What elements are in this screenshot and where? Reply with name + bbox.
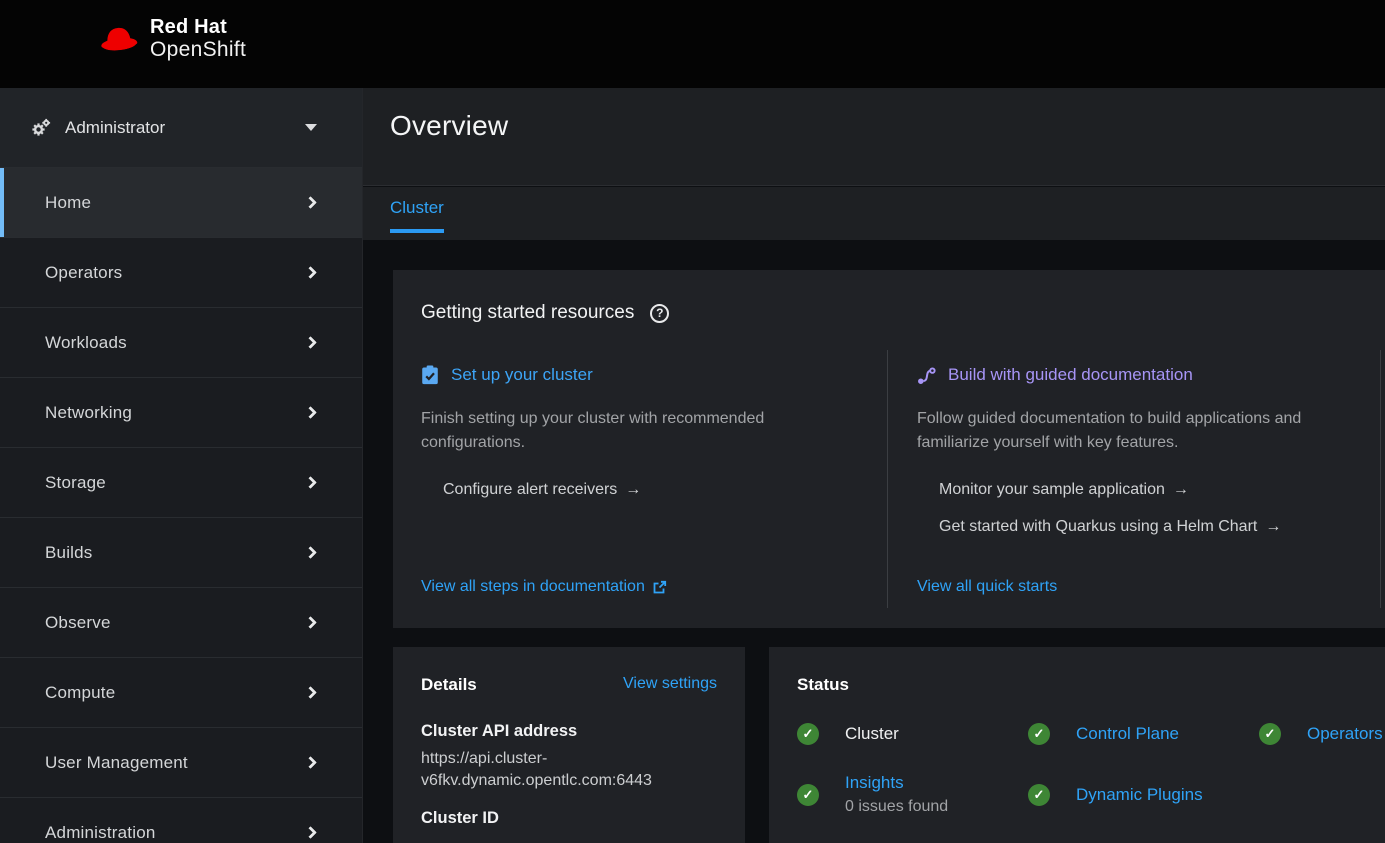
sidebar: Administrator Home Operators Workloads N… xyxy=(0,88,363,843)
sidebar-item-compute[interactable]: Compute xyxy=(0,657,362,727)
redhat-hat-icon xyxy=(98,18,140,60)
sidebar-item-networking[interactable]: Networking xyxy=(0,377,362,447)
view-settings-link[interactable]: View settings xyxy=(623,675,717,693)
details-title: Details xyxy=(421,675,477,695)
arrow-right-icon: → xyxy=(1265,518,1281,535)
getting-started-column-setup: Set up your cluster Finish setting up yo… xyxy=(421,350,887,608)
status-item-dynamic-plugins: ✓ Dynamic Plugins xyxy=(1028,773,1259,816)
chevron-right-icon xyxy=(304,546,317,559)
insights-issues-count: 0 issues found xyxy=(845,798,948,816)
guided-docs-description: Follow guided documentation to build app… xyxy=(917,407,1340,455)
nav-toggle-button[interactable] xyxy=(28,28,62,58)
masthead: Red Hat OpenShift xyxy=(0,0,1385,88)
sidebar-item-observe[interactable]: Observe xyxy=(0,587,362,657)
status-title: Status xyxy=(797,675,849,695)
setup-cluster-link[interactable]: Set up your cluster xyxy=(421,365,843,385)
brand-name: Red Hat xyxy=(150,16,246,38)
quarkus-helm-chart-link[interactable]: Get started with Quarkus using a Helm Ch… xyxy=(939,518,1340,536)
status-item-operators: ✓ Operators xyxy=(1259,723,1385,745)
help-icon[interactable]: ? xyxy=(650,304,669,323)
cluster-api-address-value: https://api.cluster-v6fkv.dynamic.opentl… xyxy=(421,748,717,792)
brand-logo[interactable]: Red Hat OpenShift xyxy=(98,16,246,61)
status-item-cluster: ✓ Cluster xyxy=(797,723,1028,745)
check-circle-icon: ✓ xyxy=(1259,723,1281,745)
sidebar-item-workloads[interactable]: Workloads xyxy=(0,307,362,377)
status-item-control-plane: ✓ Control Plane xyxy=(1028,723,1259,745)
chevron-right-icon xyxy=(304,826,317,839)
chevron-right-icon xyxy=(304,686,317,699)
check-circle-icon: ✓ xyxy=(797,784,819,806)
arrow-right-icon: → xyxy=(1173,481,1189,498)
monitor-sample-app-link[interactable]: Monitor your sample application→ xyxy=(939,481,1340,499)
brand-product: OpenShift xyxy=(150,38,246,61)
tab-cluster[interactable]: Cluster xyxy=(390,198,444,233)
getting-started-column-guided-docs: Build with guided documentation Follow g… xyxy=(887,350,1380,608)
dashboard: Getting started resources ? Set up your xyxy=(363,240,1385,843)
openshift-console: Red Hat OpenShift xyxy=(0,0,1385,843)
operators-link[interactable]: Operators xyxy=(1307,724,1383,744)
insights-link[interactable]: Insights xyxy=(845,773,948,793)
sidebar-item-user-management[interactable]: User Management xyxy=(0,727,362,797)
route-icon xyxy=(917,366,936,385)
chevron-right-icon xyxy=(304,406,317,419)
status-card: Status View alerts ✓ Cluster ✓ Control P… xyxy=(769,647,1385,843)
page-title: Overview xyxy=(390,110,508,142)
check-circle-icon: ✓ xyxy=(1028,723,1050,745)
sidebar-item-storage[interactable]: Storage xyxy=(0,447,362,517)
perspective-label: Administrator xyxy=(65,118,165,138)
setup-description: Finish setting up your cluster with reco… xyxy=(421,407,843,455)
chevron-right-icon xyxy=(304,196,317,209)
getting-started-column-more xyxy=(1380,350,1385,608)
sidebar-nav: Home Operators Workloads Networking Stor… xyxy=(0,167,362,843)
menu-icon xyxy=(44,36,47,51)
sidebar-item-operators[interactable]: Operators xyxy=(0,237,362,307)
view-all-quick-starts-link[interactable]: View all quick starts xyxy=(917,578,1340,596)
chevron-right-icon xyxy=(304,336,317,349)
clipboard-check-icon xyxy=(421,365,439,385)
cluster-api-address-label: Cluster API address xyxy=(421,722,717,741)
configure-alert-receivers-link[interactable]: Configure alert receivers→ xyxy=(443,481,843,499)
control-plane-link[interactable]: Control Plane xyxy=(1076,724,1179,744)
getting-started-card: Getting started resources ? Set up your xyxy=(393,270,1385,628)
guided-documentation-link[interactable]: Build with guided documentation xyxy=(917,365,1340,385)
arrow-right-icon: → xyxy=(625,481,641,498)
chevron-right-icon xyxy=(304,756,317,769)
sidebar-item-home[interactable]: Home xyxy=(0,167,362,237)
dynamic-plugins-link[interactable]: Dynamic Plugins xyxy=(1076,785,1203,805)
chevron-right-icon xyxy=(304,616,317,629)
view-all-steps-link[interactable]: View all steps in documentation xyxy=(421,578,843,596)
details-card: Details View settings Cluster API addres… xyxy=(393,647,745,843)
check-circle-icon: ✓ xyxy=(1028,784,1050,806)
check-circle-icon: ✓ xyxy=(797,723,819,745)
sidebar-item-builds[interactable]: Builds xyxy=(0,517,362,587)
cluster-id-label: Cluster ID xyxy=(421,809,717,828)
getting-started-title: Getting started resources xyxy=(421,302,634,324)
sidebar-item-administration[interactable]: Administration xyxy=(0,797,362,843)
perspective-switcher[interactable]: Administrator xyxy=(0,88,362,167)
external-link-icon xyxy=(652,580,667,595)
chevron-right-icon xyxy=(304,266,317,279)
cogs-icon xyxy=(30,117,52,139)
chevron-right-icon xyxy=(304,476,317,489)
status-item-insights: ✓ Insights 0 issues found xyxy=(797,773,1028,816)
tab-bar: Cluster xyxy=(363,187,1385,240)
page-header: Overview xyxy=(363,88,1385,186)
caret-down-icon xyxy=(305,124,317,131)
